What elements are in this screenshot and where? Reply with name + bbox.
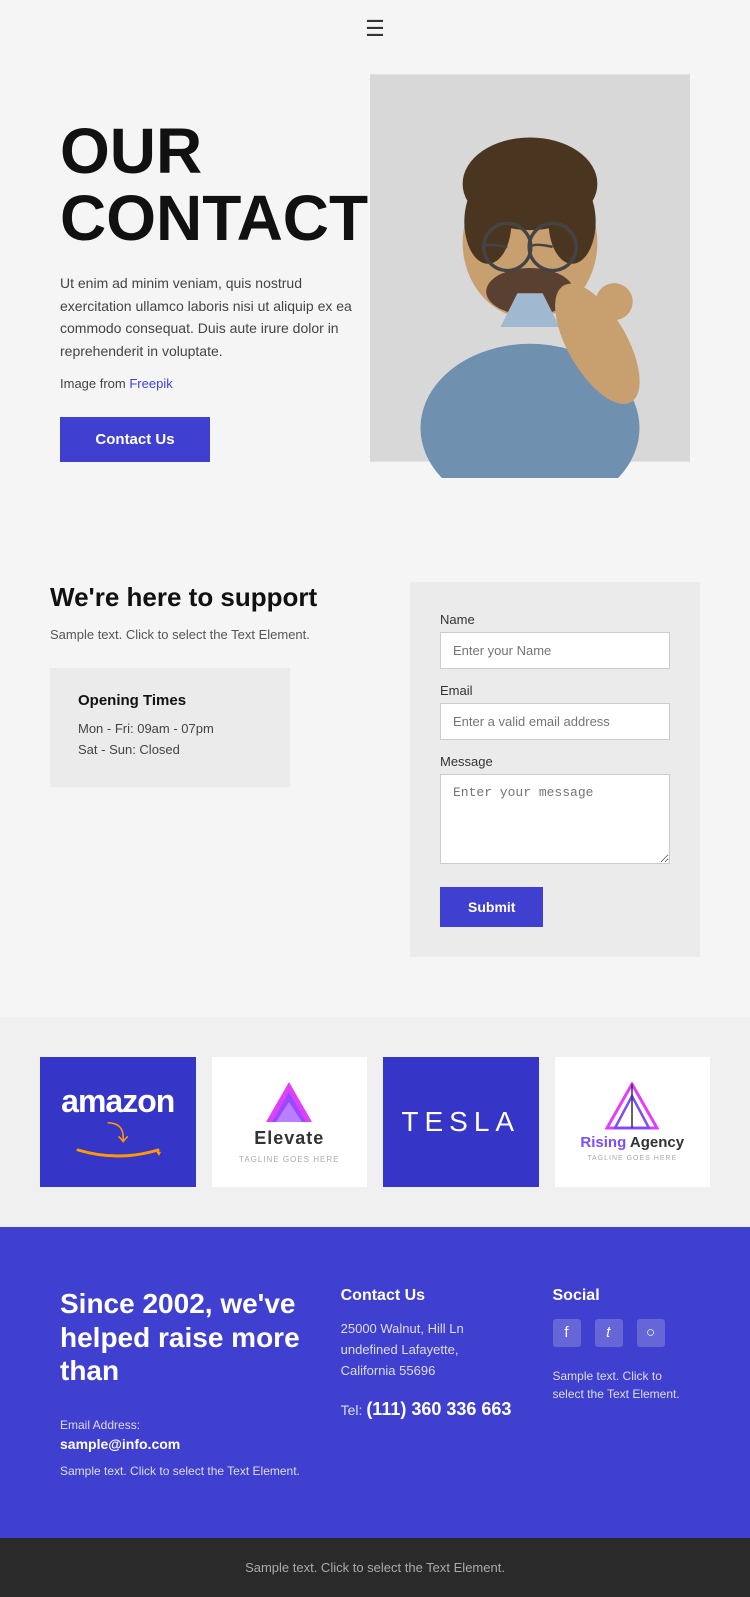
- amazon-smile: [73, 1148, 163, 1160]
- tesla-logo: TESLA: [401, 1106, 520, 1138]
- footer-left-col: Since 2002, we've helped raise more than…: [60, 1287, 301, 1478]
- footer-right-col: Social f 𝑡 ○ Sample text. Click to selec…: [553, 1287, 691, 1478]
- footer-bottom-text: Sample text. Click to select the Text El…: [245, 1560, 505, 1575]
- logos-section: amazon ⤵︎ Elevate TAGLINE GOES HERE TESL…: [0, 1017, 750, 1227]
- logo-rising-agency: Rising Agency TAGLINE GOES HERE: [555, 1057, 711, 1187]
- submit-button[interactable]: Submit: [440, 887, 543, 927]
- freepik-link[interactable]: Freepik: [129, 376, 172, 391]
- footer-tel: Tel: (111) 360 336 663: [341, 1399, 513, 1420]
- contact-us-button[interactable]: Contact Us: [60, 417, 210, 462]
- social-icons: f 𝑡 ○: [553, 1319, 691, 1347]
- instagram-icon[interactable]: ○: [637, 1319, 665, 1347]
- twitter-icon[interactable]: 𝑡: [595, 1319, 623, 1347]
- logo-elevate: Elevate TAGLINE GOES HERE: [212, 1057, 368, 1187]
- opening-times-weekday: Mon - Fri: 09am - 07pm: [78, 721, 262, 736]
- footer-mid-col: Contact Us 25000 Walnut, Hill Ln undefin…: [341, 1287, 513, 1478]
- name-input[interactable]: [440, 632, 670, 669]
- logo-tesla: TESLA: [383, 1057, 539, 1187]
- menu-icon[interactable]: ☰: [365, 16, 385, 42]
- support-text: Sample text. Click to select the Text El…: [50, 625, 370, 645]
- support-section: We're here to support Sample text. Click…: [0, 522, 750, 1017]
- hero-description: Ut enim ad minim veniam, quis nostrud ex…: [60, 272, 370, 362]
- footer-headline: Since 2002, we've helped raise more than: [60, 1287, 301, 1388]
- email-input[interactable]: [440, 703, 670, 740]
- elevate-icon: [264, 1080, 314, 1124]
- footer-top: Since 2002, we've helped raise more than…: [0, 1227, 750, 1538]
- footer-social-sample: Sample text. Click to select the Text El…: [553, 1367, 691, 1403]
- amazon-arrow: ⤵︎: [107, 1116, 129, 1148]
- footer-email-value: sample@info.com: [60, 1436, 301, 1452]
- footer-tel-number: (111) 360 336 663: [366, 1399, 511, 1419]
- rising-agency-logo: Rising Agency TAGLINE GOES HERE: [580, 1082, 684, 1162]
- footer-address: 25000 Walnut, Hill Ln undefined Lafayett…: [341, 1319, 513, 1381]
- hero-image-area: [370, 58, 750, 522]
- message-textarea[interactable]: [440, 774, 670, 864]
- opening-times-title: Opening Times: [78, 692, 262, 709]
- amazon-text: amazon: [61, 1083, 174, 1120]
- facebook-icon[interactable]: f: [553, 1319, 581, 1347]
- amazon-logo: amazon ⤵︎: [61, 1083, 174, 1160]
- footer-sample-text: Sample text. Click to select the Text El…: [60, 1464, 301, 1478]
- logo-amazon: amazon ⤵︎: [40, 1057, 196, 1187]
- rising-agency-icon: [605, 1082, 659, 1130]
- tesla-text: TESLA: [401, 1106, 520, 1137]
- hero-title: OUR CONTACT: [60, 118, 370, 252]
- opening-times-box: Opening Times Mon - Fri: 09am - 07pm Sat…: [50, 668, 290, 787]
- contact-form: Name Email Message Submit: [410, 582, 700, 957]
- name-label: Name: [440, 612, 670, 627]
- hero-section: OUR CONTACT Ut enim ad minim veniam, qui…: [0, 58, 750, 522]
- header: ☰: [0, 0, 750, 58]
- support-title: We're here to support: [50, 582, 370, 613]
- footer-social-title: Social: [553, 1287, 691, 1305]
- opening-times-weekend: Sat - Sun: Closed: [78, 742, 262, 757]
- footer-bottom: Sample text. Click to select the Text El…: [0, 1538, 750, 1597]
- rising-agency-name: Rising Agency: [580, 1134, 684, 1151]
- footer-email-label: Email Address:: [60, 1418, 301, 1432]
- elevate-logo: Elevate TAGLINE GOES HERE: [239, 1080, 339, 1164]
- rising-agency-tagline: TAGLINE GOES HERE: [587, 1155, 677, 1162]
- support-left-col: We're here to support Sample text. Click…: [50, 582, 370, 788]
- hero-content: OUR CONTACT Ut enim ad minim veniam, qui…: [0, 58, 420, 522]
- message-label: Message: [440, 754, 670, 769]
- footer-contact-title: Contact Us: [341, 1287, 513, 1305]
- elevate-text: Elevate: [254, 1128, 324, 1149]
- email-label: Email: [440, 683, 670, 698]
- elevate-tagline: TAGLINE GOES HERE: [239, 1155, 339, 1164]
- hero-image-credit: Image from Freepik: [60, 376, 370, 391]
